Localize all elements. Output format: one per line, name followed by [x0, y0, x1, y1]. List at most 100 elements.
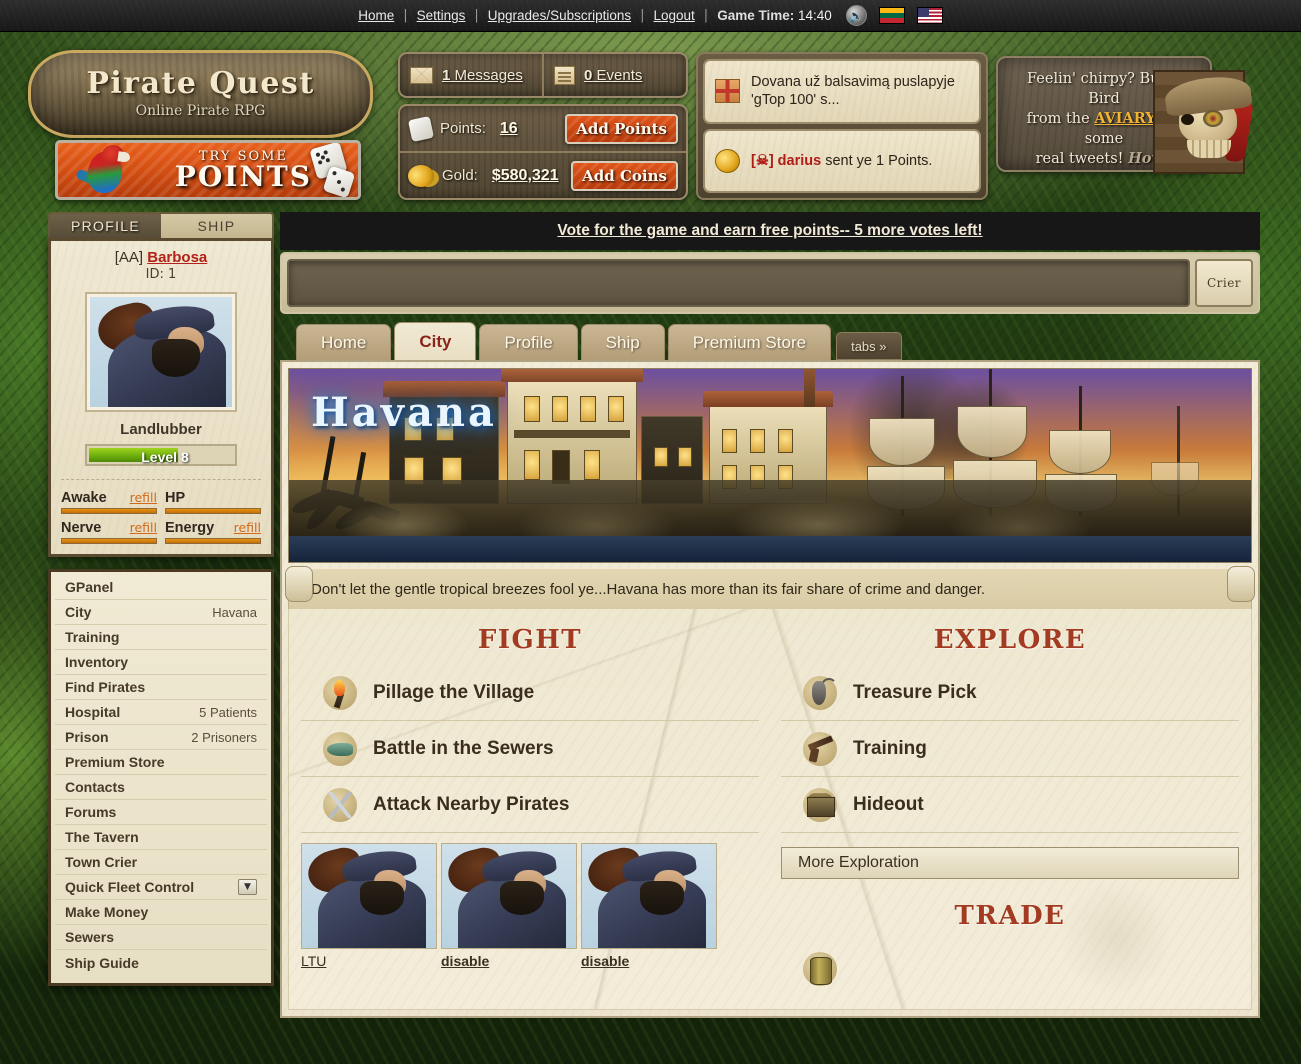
- nav-link-logout[interactable]: Logout: [654, 8, 695, 23]
- points-value[interactable]: 16: [500, 120, 518, 138]
- sidebar-item-meta: Havana: [212, 604, 257, 620]
- trade-first-row[interactable]: [781, 941, 1239, 997]
- messages-button[interactable]: 1 Messages: [400, 54, 542, 96]
- pirate-thumbnail[interactable]: [581, 843, 717, 949]
- sidebar-item-training[interactable]: Training: [55, 625, 267, 650]
- gold-label: Gold:: [442, 167, 478, 184]
- tab-home[interactable]: Home: [296, 324, 392, 360]
- sidebar-item-prison[interactable]: Prison 2 Prisoners: [55, 725, 267, 750]
- tab-profile[interactable]: PROFILE: [50, 214, 161, 238]
- aviary-link[interactable]: AVIARY: [1094, 110, 1155, 127]
- sidebar-item-quick-fleet-control[interactable]: Quick Fleet Control ▼: [55, 875, 267, 900]
- sidebar-item-town-crier[interactable]: Town Crier: [55, 850, 267, 875]
- action-label: Hideout: [853, 793, 924, 815]
- explore-column: EXPLORE Treasure Pick Training Hideout M…: [781, 619, 1239, 997]
- city-description-scroll: Don't let the gentle tropical breezes fo…: [285, 566, 1255, 609]
- action-label: Training: [853, 737, 927, 759]
- action-training[interactable]: Training: [781, 721, 1239, 777]
- player-name-link[interactable]: Barbosa: [147, 249, 207, 266]
- lithuania-flag-icon[interactable]: [878, 7, 905, 24]
- sound-on-icon[interactable]: 🔈: [845, 5, 867, 26]
- gold-row: Gold: $580,321 Add Coins: [400, 151, 686, 198]
- sidebar-item-label: Sewers: [65, 929, 115, 945]
- tab-premium-store[interactable]: Premium Store: [667, 324, 832, 360]
- nav-link-home[interactable]: Home: [358, 8, 394, 23]
- action-attack-nearby-pirates[interactable]: Attack Nearby Pirates: [301, 777, 759, 833]
- sidebar-item-label: Prison: [65, 729, 109, 745]
- sidebar-item-inventory[interactable]: Inventory: [55, 650, 267, 675]
- tip-line-3: real tweets!: [1035, 151, 1129, 168]
- crier-input[interactable]: [287, 259, 1190, 307]
- thumbnail-cell: LTU: [301, 843, 437, 969]
- notification-item[interactable]: [☠] darius sent ye 1 Points.: [703, 128, 981, 193]
- try-some-points-banner[interactable]: TRY SOME POINTS: [55, 140, 361, 200]
- points-label: Points:: [440, 120, 486, 137]
- tip-line-2-pre: from the: [1026, 111, 1095, 128]
- gift-icon: [715, 79, 740, 104]
- chevron-down-icon[interactable]: ▼: [238, 879, 257, 895]
- sidebar-item-premium-store[interactable]: Premium Store: [55, 750, 267, 775]
- tab-ship[interactable]: Ship: [580, 324, 665, 360]
- events-button[interactable]: 0 Events: [542, 54, 686, 96]
- sidebar-item-city[interactable]: City Havana: [55, 600, 267, 625]
- nav-link-settings[interactable]: Settings: [417, 8, 466, 23]
- avatar[interactable]: [90, 297, 232, 407]
- nerve-refill-link[interactable]: refill: [130, 520, 157, 535]
- action-hideout[interactable]: Hideout: [781, 777, 1239, 833]
- tab-city[interactable]: City: [394, 322, 477, 360]
- sidebar-item-sewers[interactable]: Sewers: [55, 925, 267, 950]
- meter-hp: HP: [165, 490, 261, 514]
- tab-ship[interactable]: SHIP: [161, 214, 272, 238]
- action-treasure-pick[interactable]: Treasure Pick: [781, 665, 1239, 721]
- fight-section-title: FIGHT: [477, 625, 583, 655]
- pirate-thumbnail[interactable]: [441, 843, 577, 949]
- awake-refill-link[interactable]: refill: [130, 490, 157, 505]
- thumbnail-caption[interactable]: LTU: [301, 953, 437, 969]
- action-pillage-the-village[interactable]: Pillage the Village: [301, 665, 759, 721]
- vote-link[interactable]: Vote for the game and earn free points--…: [557, 222, 982, 240]
- energy-refill-link[interactable]: refill: [234, 520, 261, 535]
- city-actions-map: FIGHT Pillage the Village Battle in the …: [288, 609, 1252, 1010]
- sidebar-item-gpanel[interactable]: GPanel: [55, 575, 267, 600]
- player-id: ID: 1: [145, 267, 177, 282]
- nav-link-upgrades[interactable]: Upgrades/Subscriptions: [488, 8, 631, 23]
- meter-label: Energy: [165, 520, 215, 536]
- crossed-swords-icon: [323, 787, 357, 822]
- sidebar-item-find-pirates[interactable]: Find Pirates: [55, 675, 267, 700]
- nav-separator: |: [640, 8, 645, 23]
- usa-flag-icon[interactable]: [916, 7, 943, 24]
- gold-value[interactable]: $580,321: [492, 167, 559, 185]
- top-navigation-bar: Home | Settings | Upgrades/Subscriptions…: [0, 0, 1301, 32]
- crier-button[interactable]: Crier: [1195, 259, 1253, 307]
- torch-icon: [323, 675, 357, 710]
- messages-label: 1 Messages: [442, 66, 523, 84]
- add-points-button[interactable]: Add Points: [565, 113, 678, 144]
- pirate-skull-decoration: [1151, 48, 1269, 198]
- fight-column: FIGHT Pillage the Village Battle in the …: [301, 619, 759, 997]
- tab-profile[interactable]: Profile: [479, 324, 578, 360]
- meter-nerve: Nerve refill: [61, 520, 157, 544]
- sidebar-item-meta: 2 Prisoners: [191, 729, 257, 745]
- sidebar-item-make-money[interactable]: Make Money: [55, 900, 267, 925]
- thumbnail-caption[interactable]: disable: [441, 953, 577, 969]
- notification-item[interactable]: Dovana už balsavimą puslapyje 'gTop 100'…: [703, 59, 981, 124]
- sidebar-item-forums[interactable]: Forums: [55, 800, 267, 825]
- sidebar-item-ship-guide[interactable]: Ship Guide: [55, 950, 267, 975]
- action-battle-in-the-sewers[interactable]: Battle in the Sewers: [301, 721, 759, 777]
- barrel-icon: [803, 952, 837, 986]
- tabs-more-button[interactable]: tabs »: [836, 332, 902, 360]
- sidebar-item-the-tavern[interactable]: The Tavern: [55, 825, 267, 850]
- sidebar-item-contacts[interactable]: Contacts: [55, 775, 267, 800]
- sidebar-item-label: Inventory: [65, 654, 129, 670]
- thumbnail-caption[interactable]: disable: [581, 953, 717, 969]
- messages-events-strip: 1 Messages 0 Events: [398, 52, 688, 98]
- add-coins-button[interactable]: Add Coins: [571, 160, 678, 191]
- city-panel: Havana Don't let the gentle tropical bre…: [280, 360, 1260, 1018]
- more-exploration-button[interactable]: More Exploration: [781, 847, 1239, 879]
- sidebar-item-hospital[interactable]: Hospital 5 Patients: [55, 700, 267, 725]
- pirate-thumbnail[interactable]: [301, 843, 437, 949]
- profile-ship-tabs: PROFILE SHIP: [48, 212, 274, 238]
- main-tabs: Home City Profile Ship Premium Store tab…: [280, 322, 1260, 360]
- game-logo[interactable]: Pirate Quest Online Pirate RPG: [28, 50, 373, 138]
- left-sidebar: PROFILE SHIP [AA] Barbosa ID: 1 Landlubb…: [48, 212, 274, 986]
